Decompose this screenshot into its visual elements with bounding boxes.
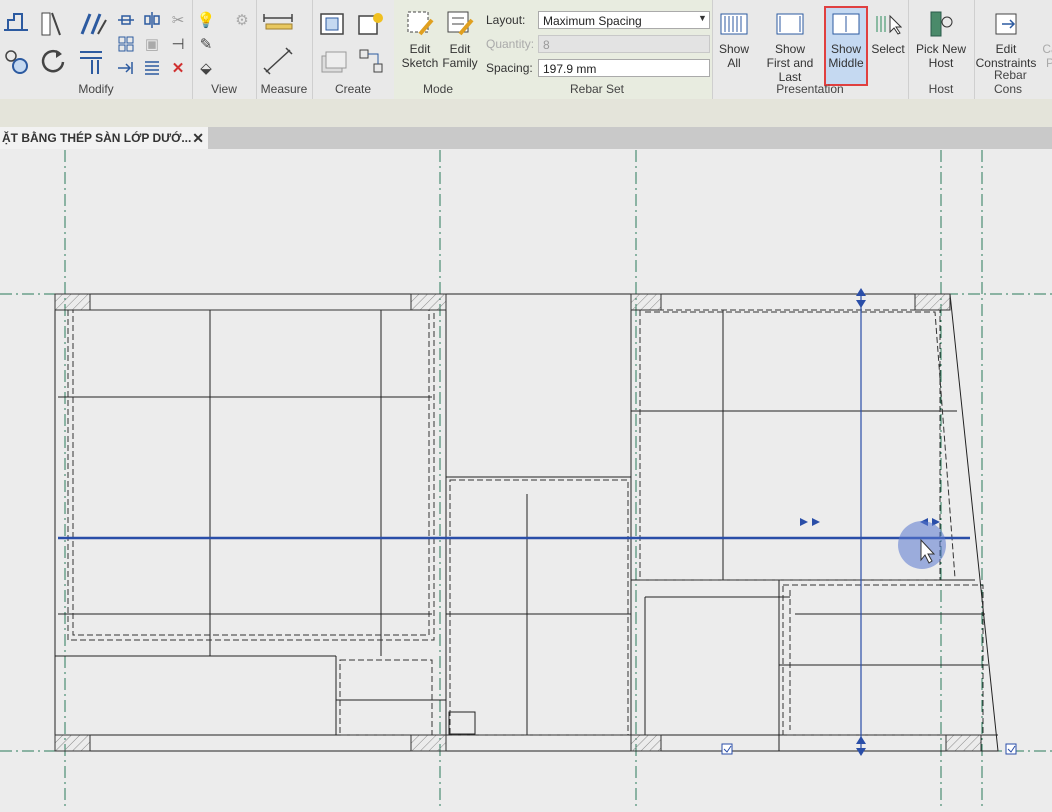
rebar-constraints-panel-label: Rebar Cons — [994, 68, 1027, 96]
edit-sketch-label-2: Sketch — [401, 56, 439, 70]
edit-sketch-label-1: Edit — [409, 42, 431, 56]
show-all-button[interactable]: Show All — [714, 10, 754, 70]
select-label: Select — [871, 42, 905, 56]
measure-icon[interactable] — [262, 12, 298, 32]
measure-panel: Measure — [256, 0, 313, 99]
spacing-input[interactable]: 197.9 mm — [538, 59, 710, 77]
modify-panel-label: Modify — [78, 82, 114, 96]
array-linear-icon[interactable] — [142, 58, 162, 78]
hatched-columns — [54, 293, 982, 752]
show-middle-label-2: Middle — [828, 56, 864, 70]
slab-outline — [54, 293, 999, 752]
modify-panel: ✂ ▣ ⊣ ✕ Modify — [0, 0, 193, 99]
measure-panel-label: Measure — [260, 82, 308, 96]
view-cube-icon[interactable]: ⚙ — [232, 10, 252, 30]
pin-icon[interactable]: ⊣ — [168, 34, 188, 54]
pick-new-host-label-1: Pick New — [915, 42, 966, 56]
mirror-icon[interactable] — [142, 10, 162, 30]
split-icon[interactable] — [36, 10, 66, 38]
group-icon[interactable]: ▣ — [142, 34, 162, 54]
rotate-icon[interactable] — [38, 46, 68, 76]
align-icon[interactable] — [2, 10, 30, 36]
copy-icon[interactable] — [116, 58, 136, 78]
create-similar-icon[interactable] — [356, 10, 386, 38]
lightbulb-icon[interactable]: 💡 — [196, 10, 216, 30]
document-tab-bar: ẶT BẰNG THÉP SÀN LỚP DƯỚ... ✕ — [0, 127, 1052, 149]
host-panel-label: Host — [928, 82, 954, 96]
show-middle-label-1: Show — [830, 42, 862, 56]
document-tab[interactable]: ẶT BẰNG THÉP SÀN LỚP DƯỚ... ✕ — [0, 127, 208, 149]
mode-panel: Edit Sketch Edit Family Mode — [394, 0, 483, 99]
ribbon: ✂ ▣ ⊣ ✕ Modify 💡 ✎ ⚙ ⬙ View Measure Crea… — [0, 0, 1052, 100]
move-icon[interactable] — [2, 46, 32, 76]
options-bar — [0, 99, 1052, 127]
rebar-set-panel-label: Rebar Set — [569, 82, 625, 96]
show-first-last-label-1: Show — [774, 42, 806, 56]
delete-icon[interactable]: ✕ — [168, 58, 188, 78]
rebar-constraints-panel: Edit Constraints Ca P Rebar Cons — [974, 0, 1052, 99]
view-panel-label: View — [211, 82, 237, 96]
partial-label-1: Ca — [1042, 42, 1052, 56]
view-panel: 💡 ✎ ⚙ ⬙ View — [192, 0, 257, 99]
spacing-label: Spacing: — [486, 61, 533, 75]
show-all-icon — [719, 10, 749, 38]
show-middle-icon — [831, 10, 861, 38]
layout-dropdown[interactable]: Maximum Spacing — [538, 11, 710, 29]
eraser-icon[interactable]: ⬙ — [196, 58, 216, 78]
cursor-icon — [898, 521, 946, 569]
rebar-zones — [67, 309, 984, 736]
create-panel: Create — [312, 0, 395, 99]
dimension-icon[interactable] — [262, 46, 298, 76]
edit-family-icon — [445, 10, 475, 38]
selected-rebar[interactable] — [58, 294, 970, 751]
show-first-last-button[interactable]: Show First and Last — [756, 10, 824, 84]
pick-new-host-label-2: Host — [928, 56, 954, 70]
show-middle-button[interactable]: Show Middle — [824, 6, 868, 86]
edit-sketch-button[interactable]: Edit Sketch — [398, 10, 442, 70]
rebar-set-panel: Layout: Maximum Spacing ▼ Quantity: 8 Sp… — [482, 0, 713, 99]
layout-label: Layout: — [486, 13, 526, 27]
grid-lines — [0, 150, 1052, 807]
edit-constraints-icon — [991, 10, 1021, 38]
select-icon — [873, 10, 903, 38]
quantity-label: Quantity: — [486, 37, 535, 51]
create-parts-icon[interactable] — [318, 46, 348, 76]
show-first-last-icon — [775, 10, 805, 38]
edit-family-label-1: Edit — [449, 42, 471, 56]
mode-panel-label: Mode — [422, 82, 454, 96]
create-assembly-icon[interactable] — [356, 46, 386, 76]
offset-icon[interactable] — [116, 10, 136, 30]
quantity-input[interactable]: 8 — [538, 35, 710, 53]
array-icon[interactable] — [76, 46, 108, 76]
close-tab-icon[interactable]: ✕ — [192, 127, 204, 149]
pick-new-host-button[interactable]: Pick New Host — [910, 10, 972, 70]
paint-icon[interactable]: ✎ — [196, 34, 216, 54]
partial-button[interactable]: Ca P — [1040, 42, 1052, 70]
show-first-last-label-2: First and Last — [766, 56, 814, 84]
edit-family-label-2: Family — [442, 56, 478, 70]
layout-dropdown-arrow-icon[interactable]: ▼ — [698, 13, 707, 23]
select-button[interactable]: Select — [870, 10, 906, 56]
show-all-label-2: All — [727, 56, 741, 70]
document-tab-title: ẶT BẰNG THÉP SÀN LỚP DƯỚ... — [2, 131, 192, 145]
pick-new-host-icon — [926, 10, 956, 38]
scale-icon[interactable] — [116, 34, 136, 54]
mirror-pick-icon[interactable]: ✂ — [168, 10, 188, 30]
edit-family-button[interactable]: Edit Family — [438, 10, 482, 70]
host-panel: Pick New Host Host — [908, 0, 975, 99]
edit-constraints-button[interactable]: Edit Constraints — [974, 10, 1038, 70]
presentation-panel: Show All Show First and Last Show Middle… — [712, 0, 909, 99]
create-group-icon[interactable] — [318, 10, 348, 38]
show-all-label-1: Show — [718, 42, 750, 56]
create-panel-label: Create — [334, 82, 372, 96]
trim-icon[interactable] — [78, 10, 108, 38]
presentation-panel-label: Presentation — [776, 82, 844, 96]
edit-constraints-label-1: Edit — [995, 42, 1017, 56]
edit-sketch-icon — [405, 10, 435, 38]
drawing-canvas[interactable] — [0, 149, 1052, 807]
